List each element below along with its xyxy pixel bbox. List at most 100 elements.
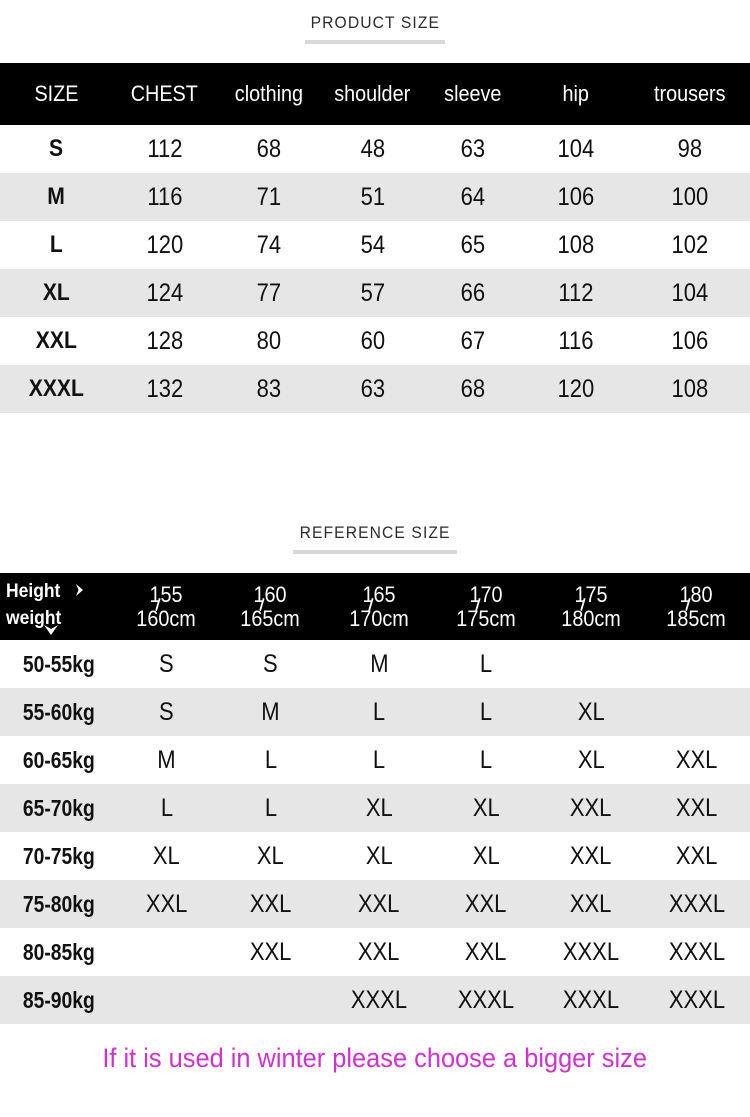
cell-hip: 106 bbox=[557, 182, 594, 211]
chevron-right-icon bbox=[73, 583, 87, 597]
cell-trousers: 104 bbox=[671, 278, 709, 307]
table-row: 55-60kg S M L L XL bbox=[0, 688, 750, 736]
cell-sleeve: 64 bbox=[460, 182, 485, 211]
cell-size bbox=[117, 928, 216, 976]
table-row: XXL 128 80 60 67 116 106 bbox=[0, 317, 750, 365]
chevron-down-icon bbox=[43, 623, 59, 637]
cell-shoulder: 60 bbox=[360, 326, 385, 355]
cell-shoulder: 48 bbox=[360, 134, 385, 163]
cell-size: S bbox=[159, 649, 174, 678]
cell-size: L bbox=[479, 649, 493, 678]
cell-trousers: 106 bbox=[671, 326, 709, 355]
cell-chest: 116 bbox=[146, 182, 183, 211]
cell-size: XXL bbox=[358, 937, 400, 966]
cell-clothing: 68 bbox=[256, 134, 282, 163]
cell-hip: 104 bbox=[557, 134, 594, 163]
cell-size bbox=[117, 976, 216, 1024]
cell-clothing: 77 bbox=[256, 278, 282, 307]
cell-size: L bbox=[160, 793, 173, 822]
cell-size: XXL bbox=[570, 841, 612, 870]
column-header-trousers: trousers bbox=[654, 81, 726, 106]
cell-size bbox=[216, 976, 325, 1024]
table-row: 70-75kg XL XL XL XL XXL XXL bbox=[0, 832, 750, 880]
height-weight-corner-header: Height weight bbox=[0, 573, 117, 640]
cell-size: XXL bbox=[249, 889, 292, 918]
reference-size-table: Height weight 155 160cm 160 165cm 165 17… bbox=[0, 573, 750, 1024]
table-row: 75-80kg XXL XXL XXL XXL XXL XXXL bbox=[0, 880, 750, 928]
cell-size: XL bbox=[577, 697, 605, 726]
cell-sleeve: 67 bbox=[460, 326, 485, 355]
cell-size bbox=[539, 640, 643, 688]
cell-size: M bbox=[369, 649, 389, 678]
column-header-height-155-160: 155 160cm bbox=[136, 582, 197, 631]
height-label: Height bbox=[6, 581, 61, 602]
column-header-shoulder: shoulder bbox=[334, 81, 411, 106]
cell-size: XL bbox=[472, 841, 500, 870]
cell-size: L bbox=[264, 793, 277, 822]
cell-weight-range: 80-85kg bbox=[22, 938, 95, 965]
cell-weight-range: 75-80kg bbox=[22, 890, 95, 917]
cell-sleeve: 65 bbox=[460, 230, 485, 259]
cell-sleeve: 68 bbox=[460, 374, 485, 403]
cell-size: XXXL bbox=[28, 375, 84, 402]
cell-size: XXL bbox=[675, 745, 718, 774]
cell-size: L bbox=[264, 745, 277, 774]
title-underline-reference bbox=[292, 549, 458, 554]
cell-size: XL bbox=[257, 841, 284, 870]
column-header-clothing: clothing bbox=[234, 81, 304, 106]
cell-shoulder: 54 bbox=[360, 230, 385, 259]
cell-clothing: 80 bbox=[256, 326, 282, 355]
column-header-height-180-185: 180 185cm bbox=[666, 582, 727, 631]
column-header-sleeve: sleeve bbox=[443, 81, 502, 106]
cell-sleeve: 63 bbox=[460, 134, 485, 163]
cell-size: XXL bbox=[675, 793, 718, 822]
cell-shoulder: 51 bbox=[360, 182, 385, 211]
column-header-chest: CHEST bbox=[130, 81, 199, 106]
column-header-height-165-170: 165 170cm bbox=[349, 582, 409, 631]
cell-size: L bbox=[372, 697, 386, 726]
cell-size: XXL bbox=[675, 841, 718, 870]
cell-size: XXXL bbox=[668, 889, 725, 918]
cell-weight-range: 85-90kg bbox=[22, 986, 95, 1013]
cell-size: S bbox=[159, 697, 174, 726]
product-table-header-row: SIZE CHEST clothing shoulder sleeve hip … bbox=[0, 63, 750, 125]
size-chart-page: PRODUCT SIZE SIZE CHEST clothing shoulde… bbox=[0, 0, 750, 1117]
cell-size: XXXL bbox=[668, 985, 725, 1014]
cell-size: XXXL bbox=[562, 985, 620, 1014]
cell-trousers: 108 bbox=[671, 374, 709, 403]
cell-size: M bbox=[157, 745, 176, 774]
cell-weight-range: 60-65kg bbox=[22, 746, 95, 773]
cell-hip: 112 bbox=[557, 278, 594, 307]
cell-trousers: 98 bbox=[677, 134, 703, 163]
column-header-height-170-175: 170 175cm bbox=[456, 582, 516, 631]
cell-size: XL bbox=[472, 793, 500, 822]
column-header-size: SIZE bbox=[33, 81, 79, 106]
cell-size: XXL bbox=[145, 889, 188, 918]
table-row: 60-65kg M L L L XL XXL bbox=[0, 736, 750, 784]
column-header-height-160-165: 160 165cm bbox=[240, 582, 301, 631]
cell-size: XXL bbox=[249, 937, 292, 966]
reference-size-title-block: REFERENCE SIZE bbox=[0, 523, 750, 554]
page-title-reference: REFERENCE SIZE bbox=[299, 523, 451, 542]
cell-hip: 116 bbox=[557, 326, 594, 355]
cell-size: L bbox=[479, 745, 493, 774]
cell-size: L bbox=[372, 745, 386, 774]
cell-hip: 108 bbox=[557, 230, 594, 259]
column-header-hip: hip bbox=[562, 81, 589, 106]
cell-size: XXXL bbox=[350, 985, 408, 1014]
cell-clothing: 71 bbox=[256, 182, 282, 211]
cell-chest: 120 bbox=[146, 230, 183, 259]
cell-shoulder: 63 bbox=[360, 374, 385, 403]
product-size-table: SIZE CHEST clothing shoulder sleeve hip … bbox=[0, 63, 750, 413]
cell-size: M bbox=[261, 697, 280, 726]
cell-weight-range: 50-55kg bbox=[22, 650, 95, 677]
cell-size: XXL bbox=[358, 889, 400, 918]
product-size-title-block: PRODUCT SIZE bbox=[0, 13, 750, 44]
cell-size: XXL bbox=[465, 889, 507, 918]
title-underline-product bbox=[304, 39, 446, 44]
cell-size: XL bbox=[365, 793, 393, 822]
table-row: 80-85kg XXL XXL XXL XXXL XXXL bbox=[0, 928, 750, 976]
cell-size: M bbox=[47, 183, 65, 210]
table-row: XL 124 77 57 66 112 104 bbox=[0, 269, 750, 317]
cell-chest: 124 bbox=[146, 278, 183, 307]
